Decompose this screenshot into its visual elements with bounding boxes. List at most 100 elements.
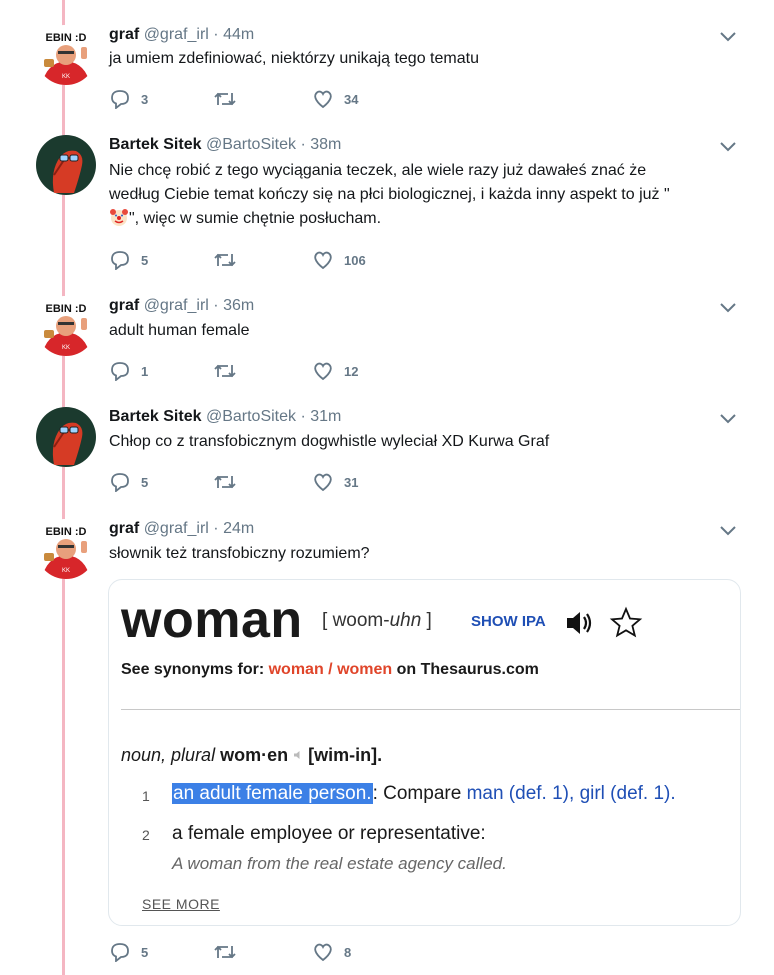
svg-text:KK: KK bbox=[62, 74, 70, 80]
chevron-down-icon[interactable] bbox=[716, 523, 740, 539]
timestamp[interactable]: 31m bbox=[310, 408, 341, 425]
synonyms-line: See synonyms for: woman / women on Thesa… bbox=[121, 661, 539, 678]
like-button[interactable]: 31 bbox=[312, 470, 358, 494]
display-name[interactable]: graf bbox=[109, 297, 139, 314]
handle[interactable]: @graf_irl bbox=[144, 297, 209, 314]
definition-link[interactable]: man (def. 1) bbox=[467, 783, 569, 804]
reply-icon bbox=[109, 942, 131, 962]
definition-example: A woman from the real estate agency call… bbox=[172, 854, 507, 873]
tweet-header: graf @graf_irl · 24m bbox=[109, 519, 254, 539]
avatar[interactable]: EBIN :D KK bbox=[36, 25, 96, 85]
definition: an adult female person.: Compare man (de… bbox=[172, 783, 676, 804]
graf-avatar-icon: EBIN :D KK bbox=[36, 519, 96, 579]
handle[interactable]: @BartoSitek bbox=[206, 408, 296, 425]
bartek-avatar-icon bbox=[36, 135, 96, 195]
tweet-text: Nie chcę robić z tego wyciągania teczek,… bbox=[109, 159, 749, 231]
timestamp[interactable]: 36m bbox=[223, 297, 254, 314]
svg-text:KK: KK bbox=[62, 568, 70, 574]
like-button[interactable]: 106 bbox=[312, 248, 366, 272]
reply-count: 5 bbox=[141, 252, 149, 268]
tweet-text-line: ", więc w sumie chętnie posłucham. bbox=[109, 207, 749, 231]
chevron-down-icon[interactable] bbox=[716, 411, 740, 427]
separator: · bbox=[300, 136, 306, 153]
svg-text:EBIN :D: EBIN :D bbox=[46, 32, 87, 44]
display-name[interactable]: Bartek Sitek bbox=[109, 408, 202, 425]
reply-count: 5 bbox=[141, 474, 149, 490]
reply-icon bbox=[109, 89, 131, 109]
display-name[interactable]: graf bbox=[109, 520, 139, 537]
reply-count: 3 bbox=[141, 91, 149, 107]
handle[interactable]: @graf_irl bbox=[144, 26, 209, 43]
tweet-header: graf @graf_irl · 44m bbox=[109, 25, 254, 45]
retweet-icon bbox=[213, 250, 237, 270]
tweet-text: Chłop co z transfobicznym dogwhistle wyl… bbox=[109, 433, 550, 450]
reply-button[interactable]: 5 bbox=[109, 470, 148, 494]
like-button[interactable]: 12 bbox=[312, 359, 358, 383]
synonyms-link[interactable]: woman / women bbox=[269, 661, 393, 678]
definition: a female employee or representative: bbox=[172, 823, 486, 844]
small-speaker-icon[interactable] bbox=[293, 745, 303, 765]
heart-icon bbox=[312, 89, 334, 109]
attached-image-card[interactable]: woman [ woom-uhn ] SHOW IPA See synonyms… bbox=[108, 579, 741, 926]
svg-text:EBIN :D: EBIN :D bbox=[46, 303, 87, 315]
timestamp[interactable]: 24m bbox=[223, 520, 254, 537]
separator: · bbox=[213, 520, 219, 537]
heart-icon bbox=[312, 250, 334, 270]
like-count: 8 bbox=[344, 944, 352, 960]
tweet-text: ja umiem zdefiniować, niektórzy unikają … bbox=[109, 50, 479, 67]
like-button[interactable]: 34 bbox=[312, 87, 358, 111]
clown-face-icon bbox=[109, 207, 129, 227]
reply-button[interactable]: 5 bbox=[109, 940, 148, 964]
like-count: 106 bbox=[344, 252, 366, 268]
graf-avatar-icon: EBIN :D KK bbox=[36, 25, 96, 85]
pronunciation: [ woom-uhn ] bbox=[322, 610, 432, 631]
definition-number: 1 bbox=[142, 788, 150, 804]
separator: · bbox=[213, 26, 219, 43]
chevron-down-icon[interactable] bbox=[716, 29, 740, 45]
tweet-text: słownik też transfobiczny rozumiem? bbox=[109, 545, 370, 562]
heart-icon bbox=[312, 942, 334, 962]
retweet-button[interactable] bbox=[213, 87, 237, 111]
graf-avatar-icon: EBIN :D KK bbox=[36, 296, 96, 356]
chevron-down-icon[interactable] bbox=[716, 300, 740, 316]
display-name[interactable]: graf bbox=[109, 26, 139, 43]
display-name[interactable]: Bartek Sitek bbox=[109, 136, 202, 153]
svg-text:EBIN :D: EBIN :D bbox=[46, 526, 87, 538]
retweet-icon bbox=[213, 472, 237, 492]
avatar[interactable]: EBIN :D KK bbox=[36, 296, 96, 356]
like-count: 12 bbox=[344, 363, 359, 379]
retweet-button[interactable] bbox=[213, 359, 237, 383]
tweet-header: graf @graf_irl · 36m bbox=[109, 296, 254, 316]
tweet-header: Bartek Sitek @BartoSitek · 31m bbox=[109, 407, 341, 427]
reply-icon bbox=[109, 361, 131, 381]
speaker-icon[interactable] bbox=[564, 609, 596, 642]
reply-icon bbox=[109, 472, 131, 492]
timestamp[interactable]: 38m bbox=[310, 136, 341, 153]
definition-link[interactable]: girl (def. 1) bbox=[580, 783, 671, 804]
see-more-link[interactable]: SEE MORE bbox=[142, 896, 220, 912]
separator: · bbox=[213, 297, 219, 314]
retweet-button[interactable] bbox=[213, 940, 237, 964]
like-count: 34 bbox=[344, 91, 359, 107]
avatar[interactable] bbox=[36, 407, 96, 467]
reply-button[interactable]: 5 bbox=[109, 248, 148, 272]
chevron-down-icon[interactable] bbox=[716, 139, 740, 155]
reply-button[interactable]: 3 bbox=[109, 87, 148, 111]
handle[interactable]: @BartoSitek bbox=[206, 136, 296, 153]
retweet-button[interactable] bbox=[213, 470, 237, 494]
selected-text: an adult female person. bbox=[172, 783, 373, 804]
show-ipa-link[interactable]: SHOW IPA bbox=[471, 613, 546, 630]
retweet-button[interactable] bbox=[213, 248, 237, 272]
reply-icon bbox=[109, 250, 131, 270]
avatar[interactable] bbox=[36, 135, 96, 195]
part-of-speech: noun, plural wom·en [wim-in]. bbox=[121, 745, 383, 765]
retweet-icon bbox=[213, 89, 237, 109]
dictionary-headword: woman bbox=[121, 591, 303, 649]
reply-button[interactable]: 1 bbox=[109, 359, 148, 383]
avatar[interactable]: EBIN :D KK bbox=[36, 519, 96, 579]
star-icon[interactable] bbox=[609, 606, 643, 643]
timestamp[interactable]: 44m bbox=[223, 26, 254, 43]
like-button[interactable]: 8 bbox=[312, 940, 351, 964]
handle[interactable]: @graf_irl bbox=[144, 520, 209, 537]
retweet-icon bbox=[213, 942, 237, 962]
